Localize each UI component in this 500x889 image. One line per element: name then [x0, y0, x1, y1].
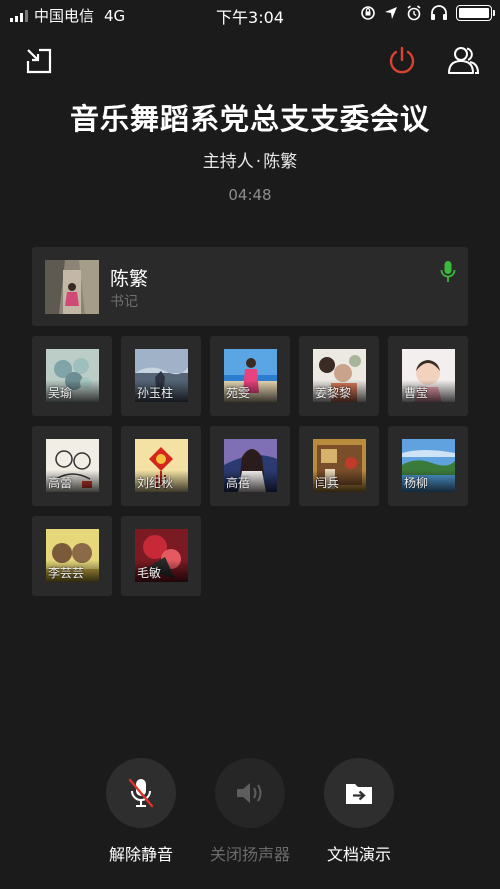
participant-tile[interactable]: 闫兵 [299, 426, 379, 506]
speaker-icon [237, 783, 262, 803]
participant-name: 高蕾 [48, 476, 73, 490]
status-bar: 中国电信 4G 下午3:04 [0, 0, 500, 30]
participant-tile[interactable]: 高蓓 [210, 426, 290, 506]
participant-name: 姜黎黎 [315, 386, 352, 400]
participant-name: 高蓓 [226, 476, 251, 490]
participant-tile[interactable]: 李芸芸 [32, 516, 112, 596]
microphone-active-icon [440, 261, 456, 282]
participant-tile[interactable]: 毛敏 [121, 516, 201, 596]
host-card[interactable]: 陈繁 书记 [32, 247, 468, 326]
folder-share-icon [346, 784, 372, 804]
meeting-host: 主持人 · 陈繁 [0, 147, 500, 172]
minimize-icon [26, 48, 52, 74]
host-label: 主持人 [202, 152, 254, 172]
battery-icon [456, 5, 495, 21]
speaker-label: 关闭扬声器 [209, 845, 290, 864]
speaker-control: 关闭扬声器 [190, 758, 310, 865]
host-separator: · [255, 152, 262, 172]
power-icon [389, 46, 415, 74]
participant-grid: 吴瑜 孙玉柱 苑雯 姜黎黎 曹莹 高蕾 刘纪秋 高蓓 闫兵 杨柳 李芸芸 毛敏 [32, 336, 468, 596]
document-share-control: 文档演示 [299, 758, 419, 865]
alarm-icon [407, 5, 421, 21]
participant-name: 李芸芸 [48, 566, 85, 580]
document-share-button[interactable] [324, 758, 394, 828]
participant-name: 曹莹 [404, 386, 429, 400]
participant-tile[interactable]: 刘纪秋 [121, 426, 201, 506]
unmute-label: 解除静音 [108, 845, 173, 864]
avatar [45, 260, 99, 314]
participant-name: 刘纪秋 [137, 476, 174, 490]
headphones-icon [431, 5, 447, 20]
members-icon [448, 47, 480, 74]
host-card-role: 书记 [110, 294, 138, 310]
participant-name: 闫兵 [315, 476, 340, 490]
participant-tile[interactable]: 姜黎黎 [299, 336, 379, 416]
participant-tile[interactable]: 杨柳 [388, 426, 468, 506]
host-card-name: 陈繁 [110, 268, 149, 290]
participant-tile[interactable]: 孙玉柱 [121, 336, 201, 416]
unmute-control: 解除静音 [81, 758, 201, 865]
participant-tile[interactable]: 吴瑜 [32, 336, 112, 416]
minimize-button[interactable] [22, 44, 56, 78]
document-share-label: 文档演示 [326, 845, 391, 864]
orientation-lock-icon [361, 6, 375, 20]
participant-name: 孙玉柱 [137, 386, 174, 400]
meeting-title: 音乐舞蹈系党总支支委会议 [69, 102, 430, 136]
participant-name: 毛敏 [137, 566, 162, 580]
microphone-muted-icon [128, 778, 154, 808]
participant-tile[interactable]: 高蕾 [32, 426, 112, 506]
meeting-timer: 04:48 [228, 186, 272, 204]
participant-name: 苑雯 [226, 386, 251, 400]
speaker-button[interactable] [215, 758, 285, 828]
participant-tile[interactable]: 曹莹 [388, 336, 468, 416]
host-name: 陈繁 [263, 152, 298, 172]
members-button[interactable] [444, 42, 482, 78]
participant-name: 吴瑜 [48, 386, 73, 400]
participant-tile[interactable]: 苑雯 [210, 336, 290, 416]
end-meeting-button[interactable] [384, 42, 420, 78]
unmute-button[interactable] [106, 758, 176, 828]
participant-name: 杨柳 [404, 476, 429, 490]
location-icon [385, 7, 397, 19]
